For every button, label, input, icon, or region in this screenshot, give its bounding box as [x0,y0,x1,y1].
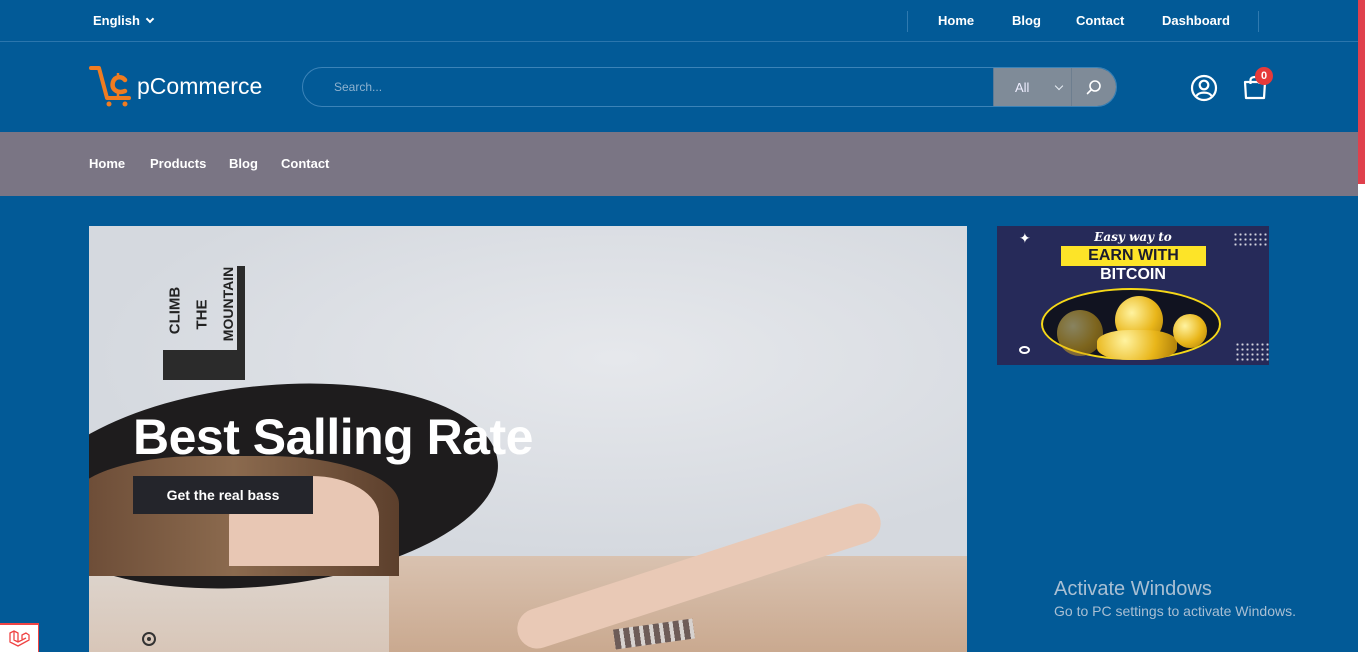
language-label: English [93,13,140,28]
logo-text: pCommerce [137,72,263,99]
coin-stack-icon [1097,330,1177,360]
search-icon [1086,80,1101,95]
bitcoin-coin-icon [1173,314,1207,348]
top-bar: English Home Blog Contact Dashboard [0,0,1358,42]
nav-item-contact[interactable]: Contact [281,156,329,171]
debug-toolbar-toggle[interactable] [0,623,39,652]
poster-word-climb: CLIMB [166,286,184,335]
header: pCommerce All 0 [0,43,1358,132]
ring-icon [1019,346,1030,354]
laravel-icon [9,629,30,647]
account-button[interactable] [1190,74,1218,107]
slider-dot-inner [147,637,151,641]
slider-dot[interactable] [142,632,156,646]
bitcoin-coin-icon [1057,310,1103,356]
nav-item-products[interactable]: Products [150,156,206,171]
dots-pattern-icon [1233,232,1269,246]
search-button[interactable] [1071,68,1116,106]
banner-line-1: Easy way to [1094,230,1172,244]
top-link-blog[interactable]: Blog [1012,13,1041,28]
banner-line-2: EARN WITH [1061,246,1206,266]
scrollbar-thumb[interactable] [1358,0,1365,184]
page-scrollbar[interactable] [1358,0,1365,652]
top-link-home[interactable]: Home [938,13,974,28]
poster-word-mountain: MOUNTAIN [220,266,237,342]
search-bar: All [302,67,1117,107]
hero-title: Best Salling Rate [133,409,533,465]
banner-line-3: BITCOIN [1100,266,1166,283]
nav-item-blog[interactable]: Blog [229,156,258,171]
top-link-dashboard[interactable]: Dashboard [1162,13,1230,28]
main-nav: Home Products Blog Contact [0,132,1358,196]
search-input[interactable] [303,68,993,106]
top-link-contact[interactable]: Contact [1076,13,1124,28]
site-logo[interactable]: pCommerce [89,65,262,107]
language-selector[interactable]: English [93,13,155,28]
chevron-down-icon [1054,81,1064,91]
sparkle-icon: ✦ [1019,230,1031,246]
nav-item-home[interactable]: Home [89,156,125,171]
bitcoin-banner[interactable]: Easy way to EARN WITH BITCOIN ✦ [997,226,1269,365]
category-select-value: All [1015,79,1030,95]
category-select[interactable]: All [993,68,1071,106]
poster-word-the: THE [193,299,211,330]
user-icon [1190,74,1218,102]
dots-pattern-icon [1235,342,1269,362]
watermark-title: Activate Windows [1054,578,1212,600]
climb-poster: CLIMB THE MOUNTAIN [163,266,245,380]
cart-count-badge: 0 [1255,67,1273,85]
windows-activation-watermark: Activate Windows Go to PC settings to ac… [1054,578,1296,619]
hero-cta-button[interactable]: Get the real bass [133,476,313,514]
watermark-subtitle: Go to PC settings to activate Windows. [1054,603,1296,619]
top-links: Home Blog Contact Dashboard [907,11,1259,32]
chevron-down-icon [145,14,155,23]
hero-slider: CLIMB THE MOUNTAIN Best Salling Rate Get… [89,226,967,652]
cart-logo-icon [89,66,131,107]
